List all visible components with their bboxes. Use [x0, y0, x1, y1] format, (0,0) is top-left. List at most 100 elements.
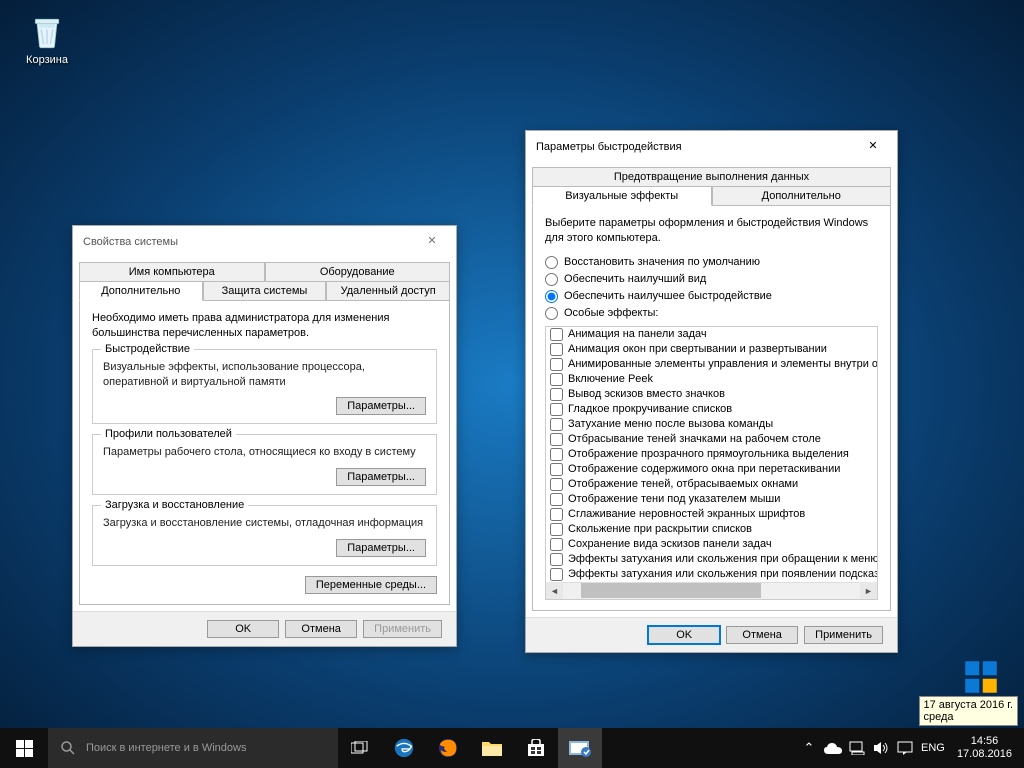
effect-item[interactable]: Затухание меню после вызова команды — [546, 417, 877, 432]
language-indicator[interactable]: ENG — [917, 728, 949, 768]
effect-label: Вывод эскизов вместо значков — [568, 388, 725, 400]
firefox-button[interactable] — [426, 728, 470, 768]
effect-item[interactable]: Отображение теней, отбрасываемых окнами — [546, 477, 877, 492]
sysprops-footer: OK Отмена Применить — [73, 611, 456, 646]
profiles-desc: Параметры рабочего стола, относящиеся ко… — [103, 445, 426, 460]
ok-button[interactable]: OK — [648, 626, 720, 644]
file-explorer-button[interactable] — [470, 728, 514, 768]
effect-checkbox[interactable] — [550, 418, 563, 431]
tab-remote[interactable]: Удаленный доступ — [326, 281, 450, 300]
search-placeholder: Поиск в интернете и в Windows — [86, 742, 246, 754]
tab-system-protection[interactable]: Защита системы — [203, 281, 327, 300]
cancel-button[interactable]: Отмена — [285, 620, 357, 638]
effect-label: Отбрасывание теней значками на рабочем с… — [568, 433, 821, 445]
apply-button[interactable]: Применить — [804, 626, 883, 644]
startup-settings-button[interactable]: Параметры... — [336, 539, 426, 557]
recycle-bin[interactable]: Корзина — [12, 10, 82, 66]
startup-title: Загрузка и восстановление — [101, 499, 248, 511]
close-icon[interactable]: ✕ — [416, 232, 448, 252]
tab-visual-effects[interactable]: Визуальные эффекты — [532, 186, 712, 206]
effect-item[interactable]: Анимация окон при свертывании и разверты… — [546, 342, 877, 357]
tab-advanced[interactable]: Дополнительно — [712, 186, 892, 205]
search-box[interactable]: Поиск в интернете и в Windows — [48, 728, 338, 768]
effect-item[interactable]: Включение Peek — [546, 372, 877, 387]
sysprops-titlebar[interactable]: Свойства системы ✕ — [73, 226, 456, 258]
scroll-right-icon[interactable]: ► — [860, 582, 877, 599]
effect-item[interactable]: Гладкое прокручивание списков — [546, 402, 877, 417]
tab-dep[interactable]: Предотвращение выполнения данных — [532, 167, 891, 186]
effect-checkbox[interactable] — [550, 328, 563, 341]
windows-logo-icon — [16, 740, 33, 757]
effect-item[interactable]: Сглаживание неровностей экранных шрифтов — [546, 507, 877, 522]
effect-label: Затухание меню после вызова команды — [568, 418, 773, 430]
effect-checkbox[interactable] — [550, 463, 563, 476]
effect-checkbox[interactable] — [550, 568, 563, 581]
network-icon[interactable] — [845, 728, 869, 768]
edge-browser-button[interactable] — [382, 728, 426, 768]
effect-checkbox[interactable] — [550, 523, 563, 536]
tab-advanced[interactable]: Дополнительно — [79, 281, 203, 301]
ok-button[interactable]: OK — [207, 620, 279, 638]
action-center-icon[interactable] — [893, 728, 917, 768]
store-button[interactable] — [514, 728, 558, 768]
tooltip-date: 17 августа 2016 г. — [924, 699, 1013, 711]
onedrive-icon[interactable] — [821, 728, 845, 768]
effect-item[interactable]: Отбрасывание теней значками на рабочем с… — [546, 432, 877, 447]
recycle-bin-icon — [26, 10, 68, 52]
effect-checkbox[interactable] — [550, 433, 563, 446]
effect-checkbox[interactable] — [550, 403, 563, 416]
effect-checkbox[interactable] — [550, 538, 563, 551]
performance-title: Быстродействие — [101, 343, 194, 355]
effect-item[interactable]: Анимированные элементы управления и элем… — [546, 357, 877, 372]
effect-item[interactable]: Анимация на панели задач — [546, 327, 877, 342]
effect-item[interactable]: Вывод эскизов вместо значков — [546, 387, 877, 402]
tab-hardware[interactable]: Оборудование — [265, 262, 451, 281]
effect-checkbox[interactable] — [550, 478, 563, 491]
profiles-settings-button[interactable]: Параметры... — [336, 468, 426, 486]
tray-chevron-up-icon[interactable]: ⌃ — [797, 728, 821, 768]
effect-item[interactable]: Отображение содержимого окна при перетас… — [546, 462, 877, 477]
effect-item[interactable]: Скольжение при раскрытии списков — [546, 522, 877, 537]
effect-item[interactable]: Эффекты затухания или скольжения при поя… — [546, 567, 877, 582]
effect-checkbox[interactable] — [550, 508, 563, 521]
effect-checkbox[interactable] — [550, 373, 563, 386]
radio-best-performance[interactable]: Обеспечить наилучшее быстродействие — [545, 288, 878, 305]
effect-checkbox[interactable] — [550, 553, 563, 566]
effect-label: Сглаживание неровностей экранных шрифтов — [568, 508, 805, 520]
sysprops-tab-content: Необходимо иметь права администратора дл… — [79, 300, 450, 605]
effect-checkbox[interactable] — [550, 343, 563, 356]
active-app-button[interactable] — [558, 728, 602, 768]
scroll-thumb[interactable] — [581, 583, 761, 598]
effect-checkbox[interactable] — [550, 448, 563, 461]
system-properties-dialog: Свойства системы ✕ Имя компьютера Оборуд… — [72, 225, 457, 647]
clock[interactable]: 14:56 17.08.2016 — [949, 735, 1020, 761]
assistant-glyph — [960, 656, 1002, 698]
radio-defaults[interactable]: Восстановить значения по умолчанию — [545, 254, 878, 271]
tab-computer-name[interactable]: Имя компьютера — [79, 262, 265, 281]
cancel-button[interactable]: Отмена — [726, 626, 798, 644]
effect-checkbox[interactable] — [550, 493, 563, 506]
start-button[interactable] — [0, 728, 48, 768]
volume-icon[interactable] — [869, 728, 893, 768]
scroll-left-icon[interactable]: ◄ — [546, 582, 563, 599]
task-icons — [338, 728, 602, 768]
effect-checkbox[interactable] — [550, 358, 563, 371]
effect-item[interactable]: Сохранение вида эскизов панели задач — [546, 537, 877, 552]
date-tooltip: 17 августа 2016 г. среда — [919, 696, 1018, 726]
effect-label: Отображение содержимого окна при перетас… — [568, 463, 840, 475]
effect-checkbox[interactable] — [550, 388, 563, 401]
effects-list[interactable]: Анимация на панели задачАнимация окон пр… — [545, 326, 878, 600]
radio-custom[interactable]: Особые эффекты: — [545, 305, 878, 322]
effect-item[interactable]: Эффекты затухания или скольжения при обр… — [546, 552, 877, 567]
perfopts-titlebar[interactable]: Параметры быстродействия ✕ — [526, 131, 897, 163]
env-vars-button[interactable]: Переменные среды... — [305, 576, 437, 594]
admin-note: Необходимо иметь права администратора дл… — [92, 311, 437, 341]
apply-button[interactable]: Применить — [363, 620, 442, 638]
effect-item[interactable]: Отображение тени под указателем мыши — [546, 492, 877, 507]
horizontal-scrollbar[interactable]: ◄ ► — [546, 582, 877, 599]
close-icon[interactable]: ✕ — [857, 137, 889, 157]
effect-item[interactable]: Отображение прозрачного прямоугольника в… — [546, 447, 877, 462]
task-view-button[interactable] — [338, 728, 382, 768]
radio-best-appearance[interactable]: Обеспечить наилучший вид — [545, 271, 878, 288]
performance-settings-button[interactable]: Параметры... — [336, 397, 426, 415]
